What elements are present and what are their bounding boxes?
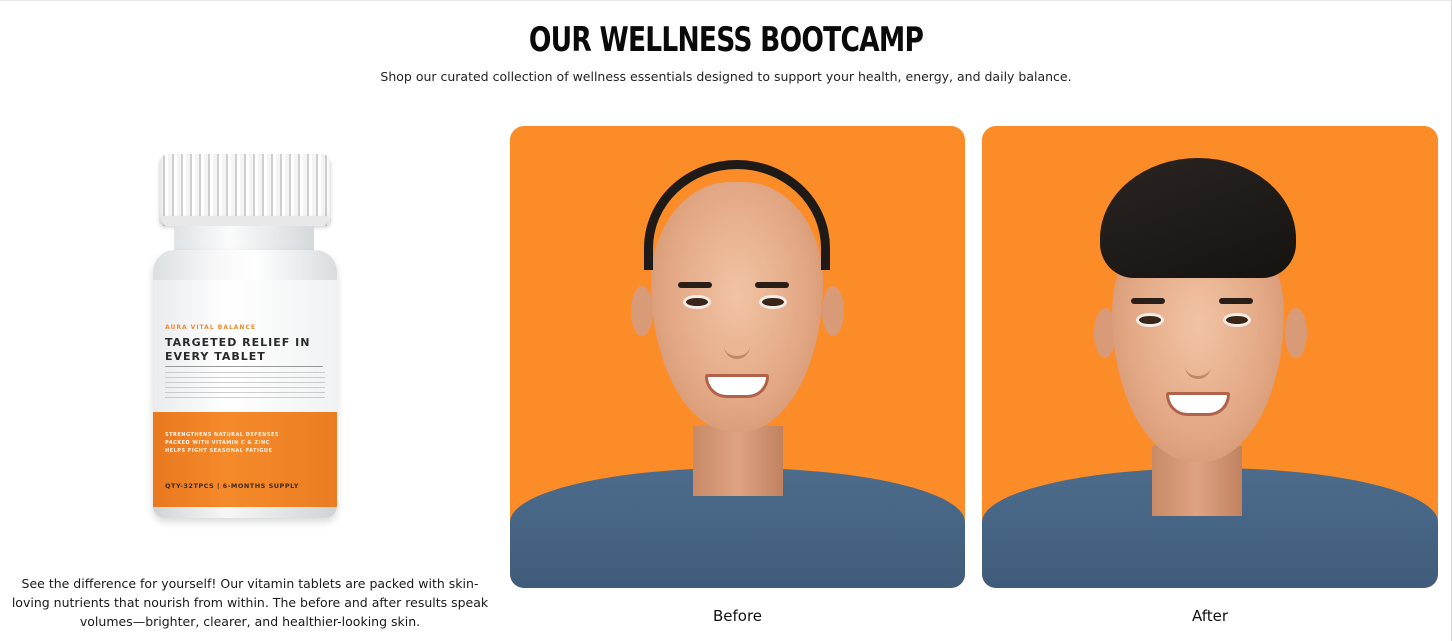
eyebrow — [1219, 298, 1253, 304]
bottle-body: AURA VITAL BALANCE TARGETED RELIEF IN EV… — [153, 250, 337, 518]
nose — [724, 316, 750, 359]
nose — [1185, 336, 1211, 379]
eye — [762, 298, 784, 306]
smile — [705, 374, 769, 398]
eyebrow — [1131, 298, 1165, 304]
eye — [686, 298, 708, 306]
eyebrow — [755, 282, 789, 288]
bottle-fine-print — [165, 372, 325, 402]
bottle-benefit: HELPS FIGHT SEASONAL FATIGUE — [165, 448, 273, 454]
bottle-benefits: STRENGTHENS NATURAL DEFENSES PACKED WITH… — [165, 431, 325, 455]
bottle-label-divider — [165, 366, 323, 367]
bottle-benefit: STRENGTHENS NATURAL DEFENSES — [165, 432, 279, 438]
smile — [1166, 392, 1230, 416]
bottle-brand: AURA VITAL BALANCE — [165, 324, 256, 331]
bottle-label-bottom — [153, 412, 337, 507]
eye — [1139, 316, 1161, 324]
before-caption: Before — [712, 607, 763, 625]
eyebrow — [678, 282, 712, 288]
after-caption: After — [1191, 607, 1229, 625]
bottle-cap-rim — [162, 216, 328, 226]
ear — [1285, 308, 1307, 358]
section-subtitle: Shop our curated collection of wellness … — [380, 69, 1072, 84]
bottle-title: TARGETED RELIEF IN EVERY TABLET — [165, 336, 311, 363]
ear — [631, 286, 653, 336]
bottle-base — [153, 507, 337, 518]
ear — [822, 286, 844, 336]
bottle-benefit: PACKED WITH VITAMIN C & ZINC — [165, 440, 270, 446]
product-bottle-image[interactable]: AURA VITAL BALANCE TARGETED RELIEF IN EV… — [150, 150, 342, 530]
after-photo[interactable] — [982, 126, 1438, 588]
eye — [1226, 316, 1248, 324]
product-description: See the difference for yourself! Our vit… — [11, 576, 489, 629]
bottle-supply: QTY-32TPCS | 6-MONTHS SUPPLY — [165, 482, 299, 490]
hair — [1100, 158, 1296, 278]
before-photo[interactable] — [510, 126, 965, 588]
hair — [644, 160, 830, 270]
top-border — [0, 0, 1452, 1]
neck — [693, 426, 783, 496]
section-title: OUR WELLNESS BOOTCAMP — [528, 20, 924, 60]
